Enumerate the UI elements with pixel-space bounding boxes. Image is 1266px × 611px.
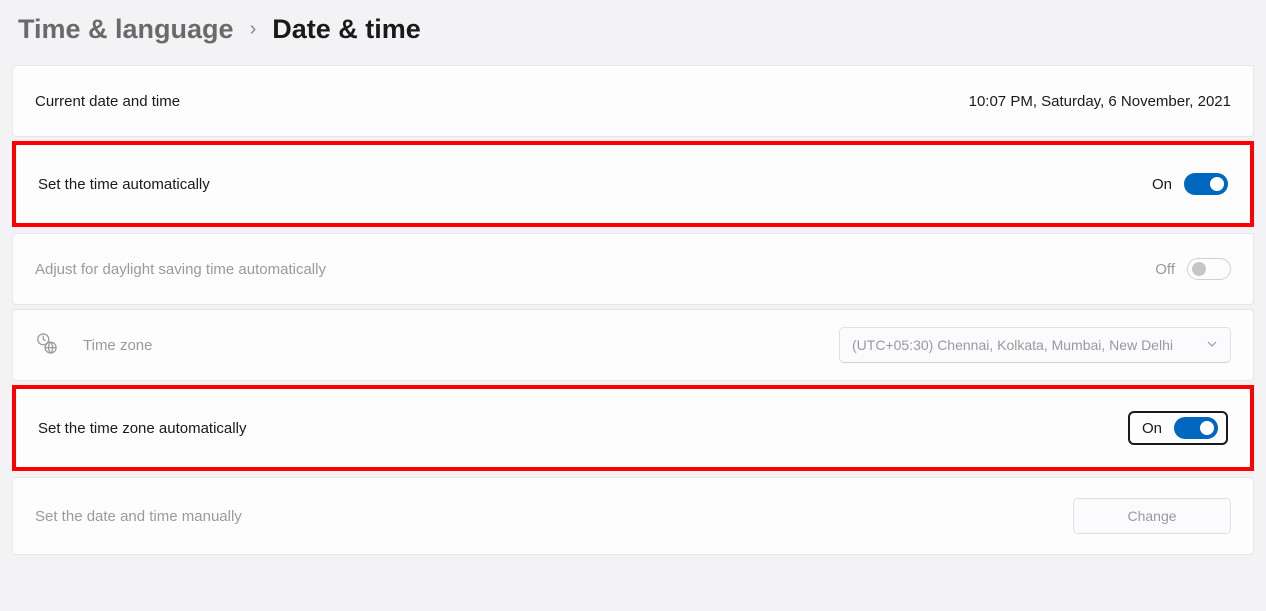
dst-toggle — [1187, 258, 1231, 280]
chevron-right-icon: › — [250, 18, 257, 41]
current-datetime-value: 10:07 PM, Saturday, 6 November, 2021 — [969, 93, 1231, 110]
set-timezone-auto-state: On — [1142, 420, 1162, 437]
focus-ring: On — [1128, 411, 1228, 445]
breadcrumb: Time & language › Date & time — [12, 0, 1254, 65]
dst-label: Adjust for daylight saving time automati… — [35, 261, 326, 278]
set-time-auto-state: On — [1152, 176, 1172, 193]
set-timezone-auto-toggle[interactable] — [1174, 417, 1218, 439]
set-time-automatically-row: Set the time automatically On — [12, 141, 1254, 227]
globe-clock-icon — [35, 332, 57, 359]
toggle-knob — [1200, 421, 1214, 435]
dst-state: Off — [1155, 261, 1175, 278]
timezone-dropdown: (UTC+05:30) Chennai, Kolkata, Mumbai, Ne… — [839, 327, 1231, 363]
toggle-knob — [1210, 177, 1224, 191]
change-button: Change — [1073, 498, 1231, 534]
set-timezone-automatically-row: Set the time zone automatically On — [12, 385, 1254, 471]
set-datetime-manually-row: Set the date and time manually Change — [12, 477, 1254, 555]
set-time-auto-toggle[interactable] — [1184, 173, 1228, 195]
timezone-label: Time zone — [83, 337, 152, 354]
chevron-down-icon — [1206, 338, 1218, 353]
page-title: Date & time — [272, 14, 421, 45]
dst-row: Adjust for daylight saving time automati… — [12, 233, 1254, 305]
current-datetime-row: Current date and time 10:07 PM, Saturday… — [12, 65, 1254, 137]
toggle-knob — [1192, 262, 1206, 276]
change-button-label: Change — [1127, 508, 1176, 524]
timezone-selected: (UTC+05:30) Chennai, Kolkata, Mumbai, Ne… — [852, 337, 1173, 353]
timezone-row: Time zone (UTC+05:30) Chennai, Kolkata, … — [12, 309, 1254, 381]
breadcrumb-parent[interactable]: Time & language — [18, 14, 234, 45]
set-time-auto-label: Set the time automatically — [38, 176, 210, 193]
current-datetime-label: Current date and time — [35, 93, 180, 110]
set-timezone-auto-label: Set the time zone automatically — [38, 420, 246, 437]
set-manual-label: Set the date and time manually — [35, 508, 242, 525]
